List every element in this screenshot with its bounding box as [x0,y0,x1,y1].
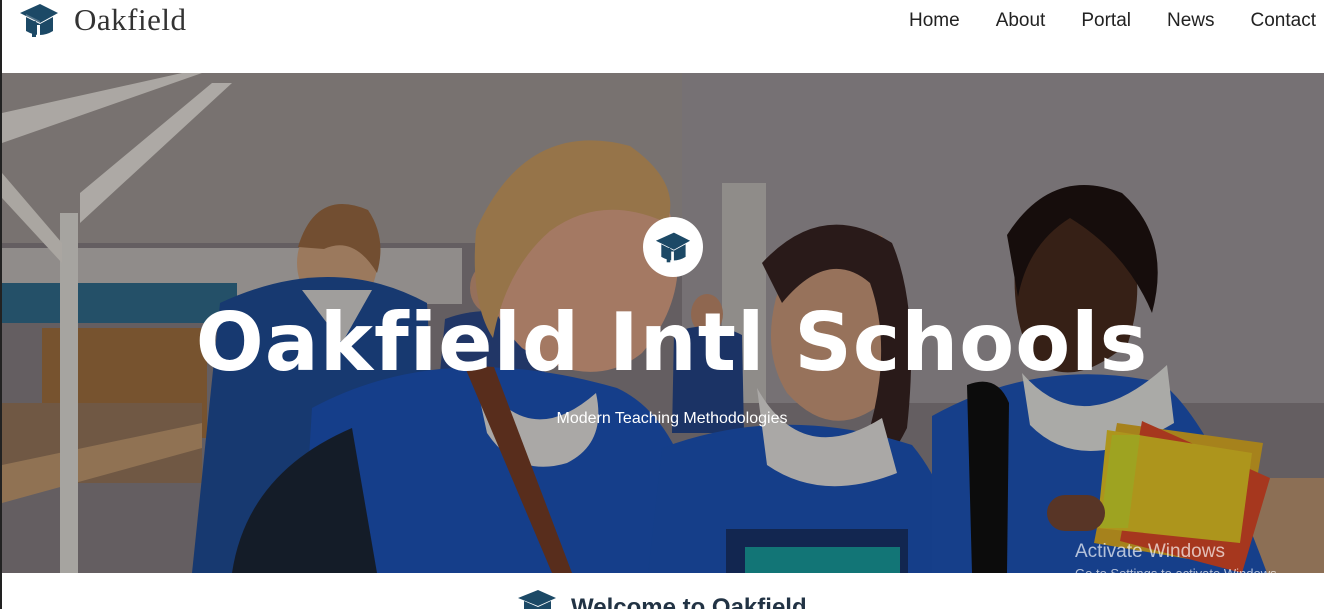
main-navigation: Home About Portal News Contact [909,8,1324,34]
graduation-cap-icon [518,590,556,609]
nav-contact-link[interactable]: Contact [1251,8,1316,34]
brand-name: Oakfield [74,2,187,37]
site-header: Oakfield Home About Portal News Contact [2,0,1324,73]
nav-portal-link[interactable]: Portal [1081,8,1131,34]
hero-title: Oakfield Intl Schools [195,296,1149,389]
webpage: Oakfield Home About Portal News Contact [0,0,1324,609]
nav-about-link[interactable]: About [996,8,1046,34]
welcome-heading: Welcome to Oakfield [571,594,807,609]
nav-home-link[interactable]: Home [909,8,960,34]
hero-banner: Oakfield Intl Schools Modern Teaching Me… [2,73,1324,573]
watermark-subtitle: Go to Settings to activate Windows. [1075,566,1281,581]
watermark-title: Activate Windows [1075,541,1225,562]
graduation-cap-icon [655,232,691,263]
hero-subtitle: Modern Teaching Methodologies [556,410,788,427]
windows-activation-watermark: Activate Windows Go to Settings to activ… [1075,541,1280,583]
brand-link[interactable]: Oakfield [18,0,186,40]
nav-news-link[interactable]: News [1167,8,1215,34]
graduation-cap-icon [20,4,58,37]
hero-logo-badge [643,217,703,277]
